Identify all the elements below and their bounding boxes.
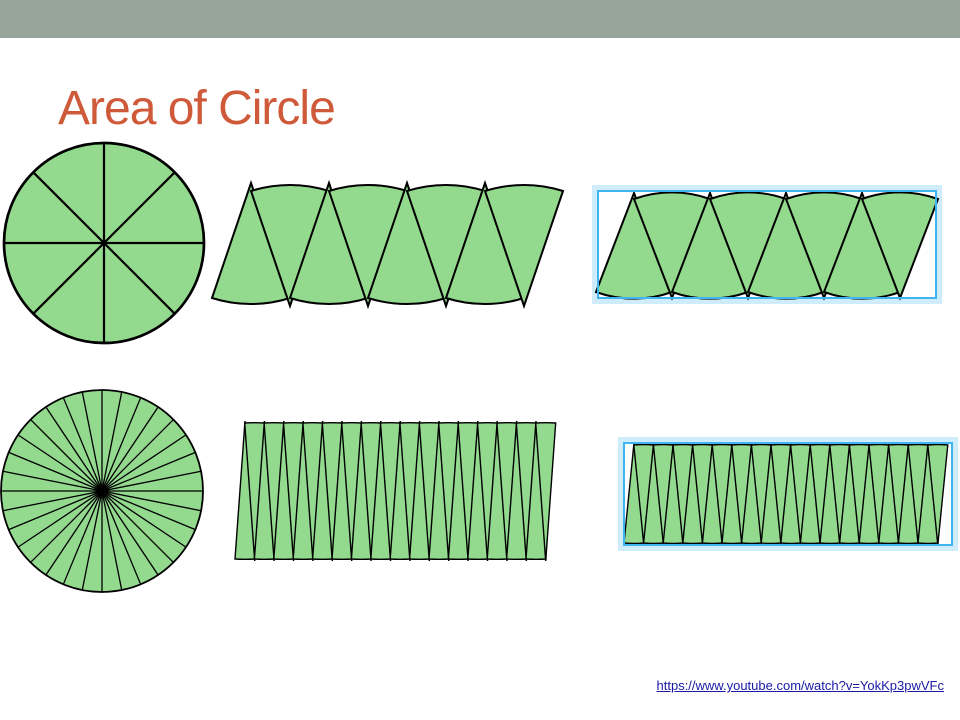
rectangle-approx-eight [592, 185, 942, 304]
rectangle-approx-thirty-two [618, 437, 958, 551]
source-link[interactable]: https://www.youtube.com/watch?v=YokKp3pw… [657, 678, 944, 693]
circle-eight-sectors [2, 141, 206, 345]
row-eight-sectors [2, 141, 942, 345]
row-thirty-two-sectors [0, 389, 958, 593]
sectors-rearranged-thirty-two [234, 420, 557, 562]
circle-area-diagram [0, 141, 958, 593]
sectors-rearranged-eight [210, 179, 565, 310]
circle-thirty-two-sectors [0, 389, 204, 593]
